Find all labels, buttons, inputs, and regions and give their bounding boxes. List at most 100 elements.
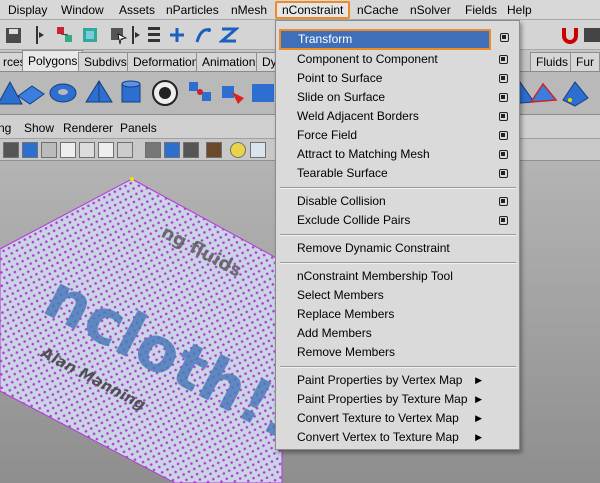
- menu-item-label: Weld Adjacent Borders: [297, 109, 419, 123]
- points-icon[interactable]: [79, 142, 95, 158]
- menu-nmesh[interactable]: nMesh: [231, 3, 267, 17]
- menu-separator: [280, 234, 516, 236]
- separator-icon: [132, 26, 140, 44]
- menu-item-label: Replace Members: [297, 307, 395, 321]
- menu-item-label: Paint Properties by Texture Map: [297, 392, 468, 406]
- menu-item-weld-adjacent-borders[interactable]: Weld Adjacent Borders: [277, 107, 518, 126]
- light-icon[interactable]: [230, 142, 246, 158]
- texture-icon[interactable]: [117, 142, 133, 158]
- bounding-box-icon[interactable]: [60, 142, 76, 158]
- subdivide-icon[interactable]: [560, 78, 590, 108]
- menu-item-tearable-surface[interactable]: Tearable Surface: [277, 164, 518, 183]
- shadow-icon[interactable]: [250, 142, 266, 158]
- menu-renderer[interactable]: Renderer: [63, 121, 113, 135]
- render-icon[interactable]: [582, 24, 600, 46]
- texture-display-icon[interactable]: [206, 142, 222, 158]
- magnet-icon[interactable]: [560, 24, 580, 46]
- menu-item-remove-members[interactable]: Remove Members: [277, 343, 518, 362]
- menu-lighting[interactable]: ng: [0, 121, 11, 135]
- menu-item-label: Select Members: [297, 288, 384, 302]
- menu-item-label: Tearable Surface: [297, 166, 388, 180]
- menu-item-slide-on-surface[interactable]: Slide on Surface: [277, 88, 518, 107]
- menu-item-label: Slide on Surface: [297, 90, 386, 104]
- wireframe-icon[interactable]: [3, 142, 19, 158]
- option-box-icon[interactable]: [499, 112, 508, 121]
- select-hierarchy-icon[interactable]: [55, 24, 75, 46]
- snap-point-icon[interactable]: [193, 24, 213, 46]
- poly-cylinder-icon[interactable]: [116, 78, 146, 108]
- menu-item-disable-collision[interactable]: Disable Collision: [277, 192, 518, 211]
- option-box-icon[interactable]: [499, 216, 508, 225]
- extrude-icon[interactable]: [218, 78, 248, 108]
- poly-plane-icon[interactable]: [16, 78, 46, 108]
- menu-item-force-field[interactable]: Force Field: [277, 126, 518, 145]
- menu-separator: [280, 187, 516, 189]
- menu-show[interactable]: Show: [24, 121, 54, 135]
- menu-nparticles[interactable]: nParticles: [166, 3, 219, 17]
- poly-torus-icon[interactable]: [48, 78, 78, 108]
- smooth-shade-all-icon[interactable]: [164, 142, 180, 158]
- submenu-arrow-icon: ▶: [475, 432, 482, 442]
- snap-surface-icon[interactable]: [219, 24, 239, 46]
- grid-icon[interactable]: [98, 142, 114, 158]
- tab-fur[interactable]: Fur: [570, 52, 600, 71]
- transform-option-box-icon[interactable]: [500, 33, 509, 42]
- menu-item-remove-dynamic-constraint[interactable]: Remove Dynamic Constraint: [277, 239, 518, 258]
- menu-item-convert-vertex-to-texture[interactable]: Convert Vertex to Texture Map ▶: [277, 428, 518, 447]
- option-box-icon[interactable]: [499, 197, 508, 206]
- wireframe-on-shaded-icon[interactable]: [145, 142, 161, 158]
- menu-fields[interactable]: Fields: [465, 3, 497, 17]
- tab-animation[interactable]: Animation: [196, 52, 262, 71]
- menu-display[interactable]: Display: [8, 3, 47, 17]
- tab-deformation[interactable]: Deformation: [127, 52, 205, 71]
- menu-item-membership-tool[interactable]: nConstraint Membership Tool: [277, 267, 518, 286]
- option-box-icon[interactable]: [499, 93, 508, 102]
- menu-item-exclude-collide-pairs[interactable]: Exclude Collide Pairs: [277, 211, 518, 230]
- menu-item-label: Force Field: [297, 128, 358, 142]
- option-box-icon[interactable]: [499, 131, 508, 140]
- separator-icon: [36, 26, 44, 44]
- menu-item-replace-members[interactable]: Replace Members: [277, 305, 518, 324]
- snap-grid-icon[interactable]: [144, 24, 164, 46]
- menu-item-paint-by-vertex-map[interactable]: Paint Properties by Vertex Map ▶: [277, 371, 518, 390]
- menu-window[interactable]: Window: [61, 3, 104, 17]
- menu-item-transform[interactable]: Transform: [279, 29, 491, 50]
- option-box-icon[interactable]: [499, 150, 508, 159]
- option-box-icon[interactable]: [499, 55, 508, 64]
- menu-item-paint-by-texture-map[interactable]: Paint Properties by Texture Map ▶: [277, 390, 518, 409]
- menu-item-point-to-surface[interactable]: Point to Surface: [277, 69, 518, 88]
- vertex-highlight: [130, 177, 134, 181]
- menu-panels[interactable]: Panels: [120, 121, 157, 135]
- menu-assets[interactable]: Assets: [119, 3, 155, 17]
- menu-help[interactable]: Help: [507, 3, 532, 17]
- menu-nconstraint[interactable]: nConstraint: [275, 1, 351, 19]
- option-box-icon[interactable]: [499, 74, 508, 83]
- submenu-arrow-icon: ▶: [475, 413, 482, 423]
- shaded-textured-icon[interactable]: [183, 142, 199, 158]
- poly-pyramid-icon[interactable]: [84, 78, 114, 108]
- separate-icon[interactable]: [186, 78, 216, 108]
- tab-subdivs[interactable]: Subdivs: [78, 52, 133, 71]
- submenu-arrow-icon: ▶: [475, 375, 482, 385]
- smooth-shade-icon[interactable]: [22, 142, 38, 158]
- menu-item-label: Attract to Matching Mesh: [297, 147, 430, 161]
- average-vertices-icon[interactable]: [528, 78, 558, 108]
- save-scene-icon[interactable]: [4, 24, 24, 46]
- menu-nsolver[interactable]: nSolver: [410, 3, 451, 17]
- menu-item-convert-texture-to-vertex[interactable]: Convert Texture to Vertex Map ▶: [277, 409, 518, 428]
- menu-item-add-members[interactable]: Add Members: [277, 324, 518, 343]
- menu-item-label: Convert Vertex to Texture Map: [297, 430, 459, 444]
- snap-curve-icon[interactable]: [167, 24, 187, 46]
- menu-ncache[interactable]: nCache: [357, 3, 398, 17]
- menu-item-attract-to-matching-mesh[interactable]: Attract to Matching Mesh: [277, 145, 518, 164]
- tab-polygons[interactable]: Polygons: [22, 50, 84, 71]
- option-box-icon[interactable]: [499, 169, 508, 178]
- menu-item-component-to-component[interactable]: Component to Component: [277, 50, 518, 69]
- combine-icon[interactable]: [150, 78, 180, 108]
- flat-shade-icon[interactable]: [41, 142, 57, 158]
- select-object-icon[interactable]: [80, 24, 100, 46]
- submenu-arrow-icon: ▶: [475, 394, 482, 404]
- menu-item-select-members[interactable]: Select Members: [277, 286, 518, 305]
- menu-item-label: Remove Members: [297, 345, 396, 359]
- tab-fluids[interactable]: Fluids: [530, 52, 575, 71]
